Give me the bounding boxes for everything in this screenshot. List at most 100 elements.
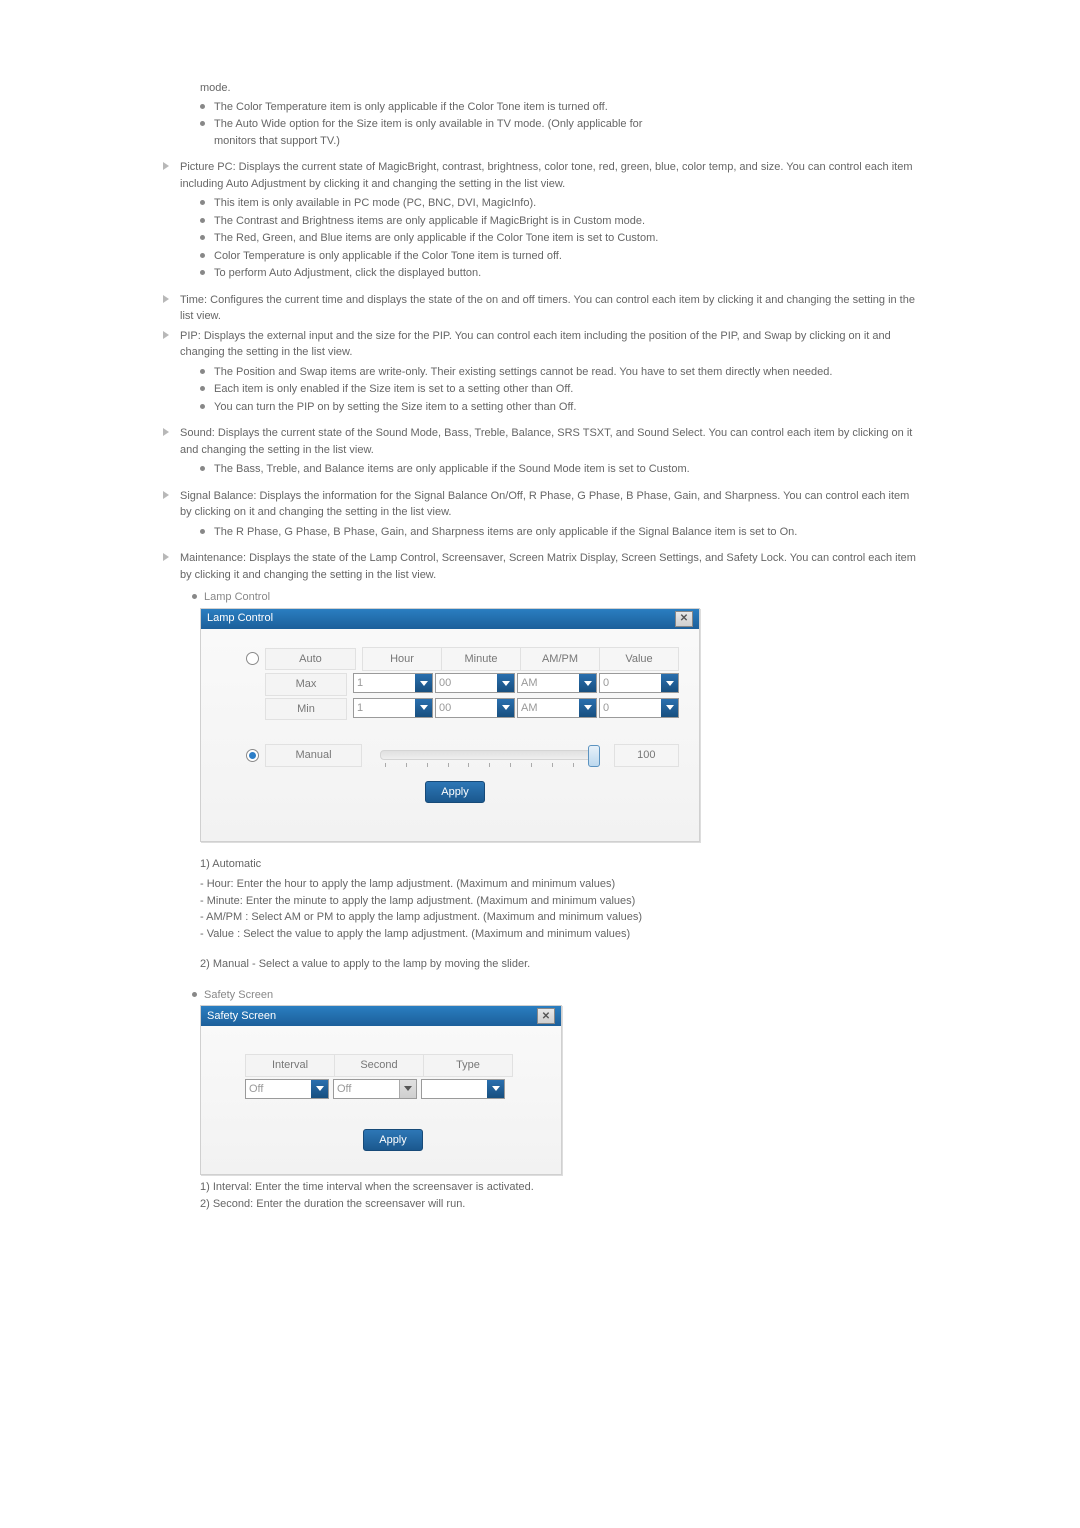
safety-foot-1: 1) Interval: Enter the time interval whe… bbox=[200, 1179, 920, 1196]
pc-bullet-3: The Red, Green, and Blue items are only … bbox=[200, 230, 920, 247]
min-value-select[interactable] bbox=[599, 698, 679, 718]
safety-foot-2: 2) Second: Enter the duration the screen… bbox=[200, 1196, 920, 1213]
safety-body: Interval Second Type Apply bbox=[201, 1026, 561, 1161]
dropdown-icon[interactable] bbox=[661, 674, 678, 692]
max-label: Max bbox=[265, 673, 347, 696]
dropdown-icon[interactable] bbox=[497, 699, 514, 717]
safety-title: Safety Screen bbox=[207, 1008, 276, 1025]
dropdown-icon[interactable] bbox=[661, 699, 678, 717]
max-minute-select[interactable] bbox=[435, 673, 515, 693]
pip-bullet-3: You can turn the PIP on by setting the S… bbox=[200, 399, 920, 416]
dropdown-icon[interactable] bbox=[415, 674, 432, 692]
close-icon[interactable]: ✕ bbox=[675, 611, 693, 627]
arrow-icon bbox=[163, 295, 169, 303]
maintenance-item: Maintenance: Displays the state of the L… bbox=[170, 550, 920, 583]
hour-header: Hour bbox=[362, 647, 441, 672]
sound-text: Sound: Displays the current state of the… bbox=[180, 427, 912, 456]
max-minute-input[interactable] bbox=[436, 674, 497, 692]
auto-label: Auto bbox=[265, 648, 356, 671]
note-minute: - Minute: Enter the minute to apply the … bbox=[200, 893, 920, 910]
document-page: mode. The Color Temperature item is only… bbox=[0, 0, 1080, 1292]
picture-pc-bullets: This item is only available in PC mode (… bbox=[200, 195, 920, 282]
type-input[interactable] bbox=[422, 1080, 487, 1098]
arrow-icon bbox=[163, 331, 169, 339]
time-text: Time: Configures the current time and di… bbox=[180, 294, 915, 323]
max-hour-input[interactable] bbox=[354, 674, 415, 692]
picture-pc-item: Picture PC: Displays the current state o… bbox=[170, 159, 920, 192]
min-minute-input[interactable] bbox=[436, 699, 497, 717]
safety-apply-button[interactable]: Apply bbox=[363, 1129, 423, 1151]
dropdown-icon[interactable] bbox=[311, 1080, 328, 1098]
safety-section-label: Safety Screen bbox=[192, 987, 920, 1004]
arrow-icon bbox=[163, 428, 169, 436]
dropdown-icon[interactable] bbox=[579, 674, 596, 692]
sound-bullets: The Bass, Treble, and Balance items are … bbox=[200, 461, 920, 478]
close-icon[interactable]: ✕ bbox=[537, 1008, 555, 1024]
signal-text: Signal Balance: Displays the information… bbox=[180, 490, 909, 519]
manual-radio[interactable] bbox=[246, 749, 259, 762]
minute-header: Minute bbox=[441, 647, 520, 672]
signal-bullet-1: The R Phase, G Phase, B Phase, Gain, and… bbox=[200, 524, 920, 541]
arrow-icon bbox=[163, 553, 169, 561]
min-minute-select[interactable] bbox=[435, 698, 515, 718]
max-ampm-select[interactable] bbox=[517, 673, 597, 693]
note-value: - Value : Select the value to apply the … bbox=[200, 926, 920, 943]
second-input[interactable] bbox=[334, 1080, 399, 1098]
picture-pc-text: Picture PC: Displays the current state o… bbox=[180, 161, 912, 190]
lamp-title: Lamp Control bbox=[207, 610, 273, 627]
min-hour-select[interactable] bbox=[353, 698, 433, 718]
pip-text: PIP: Displays the external input and the… bbox=[180, 330, 891, 359]
pc-bullet-5: To perform Auto Adjustment, click the di… bbox=[200, 265, 920, 282]
dropdown-icon[interactable] bbox=[487, 1080, 504, 1098]
max-value-select[interactable] bbox=[599, 673, 679, 693]
safety-title-bar: Safety Screen ✕ bbox=[201, 1006, 561, 1026]
auto-notes-heading: 1) Automatic bbox=[200, 856, 920, 873]
pip-bullets: The Position and Swap items are write-on… bbox=[200, 364, 920, 416]
slider-thumb-icon[interactable] bbox=[588, 745, 600, 767]
intro-bullet-1: The Color Temperature item is only appli… bbox=[200, 99, 920, 116]
auto-radio[interactable] bbox=[246, 652, 259, 665]
dropdown-icon[interactable] bbox=[415, 699, 432, 717]
dropdown-icon[interactable] bbox=[399, 1080, 416, 1098]
lamp-apply-button[interactable]: Apply bbox=[425, 781, 485, 803]
maintenance-text: Maintenance: Displays the state of the L… bbox=[180, 552, 916, 581]
min-label: Min bbox=[265, 698, 347, 721]
min-value-input[interactable] bbox=[600, 699, 661, 717]
type-select[interactable] bbox=[421, 1079, 505, 1099]
pc-bullet-1: This item is only available in PC mode (… bbox=[200, 195, 920, 212]
signal-item: Signal Balance: Displays the information… bbox=[170, 488, 920, 521]
max-hour-select[interactable] bbox=[353, 673, 433, 693]
intro-bullet-2: The Auto Wide option for the Size item i… bbox=[200, 116, 920, 149]
min-hour-input[interactable] bbox=[354, 699, 415, 717]
value-header: Value bbox=[599, 647, 679, 672]
pip-item: PIP: Displays the external input and the… bbox=[170, 328, 920, 361]
min-ampm-select[interactable] bbox=[517, 698, 597, 718]
interval-header: Interval bbox=[245, 1054, 335, 1077]
pip-bullet-1: The Position and Swap items are write-on… bbox=[200, 364, 920, 381]
lamp-section-label: Lamp Control bbox=[192, 589, 920, 606]
arrow-icon bbox=[163, 491, 169, 499]
pc-bullet-4: Color Temperature is only applicable if … bbox=[200, 248, 920, 265]
second-select[interactable] bbox=[333, 1079, 417, 1099]
ampm-header: AM/PM bbox=[520, 647, 599, 672]
dropdown-icon[interactable] bbox=[579, 699, 596, 717]
dropdown-icon[interactable] bbox=[497, 674, 514, 692]
lamp-control-panel: Lamp Control ✕ Auto Hour Minute AM/PM Va… bbox=[200, 608, 700, 842]
pc-bullet-2: The Contrast and Brightness items are on… bbox=[200, 213, 920, 230]
manual-value: 100 bbox=[614, 744, 679, 767]
sound-item: Sound: Displays the current state of the… bbox=[170, 425, 920, 458]
max-ampm-input[interactable] bbox=[518, 674, 579, 692]
signal-bullets: The R Phase, G Phase, B Phase, Gain, and… bbox=[200, 524, 920, 541]
interval-select[interactable] bbox=[245, 1079, 329, 1099]
min-ampm-input[interactable] bbox=[518, 699, 579, 717]
safety-footnotes: 1) Interval: Enter the time interval whe… bbox=[200, 1179, 920, 1212]
max-value-input[interactable] bbox=[600, 674, 661, 692]
lamp-slider[interactable] bbox=[380, 750, 600, 760]
lamp-title-bar: Lamp Control ✕ bbox=[201, 609, 699, 629]
manual-notes-heading: 2) Manual - Select a value to apply to t… bbox=[200, 956, 920, 973]
time-item: Time: Configures the current time and di… bbox=[170, 292, 920, 325]
slider-ticks bbox=[385, 763, 595, 767]
type-header: Type bbox=[423, 1054, 513, 1077]
arrow-icon bbox=[163, 162, 169, 170]
interval-input[interactable] bbox=[246, 1080, 311, 1098]
